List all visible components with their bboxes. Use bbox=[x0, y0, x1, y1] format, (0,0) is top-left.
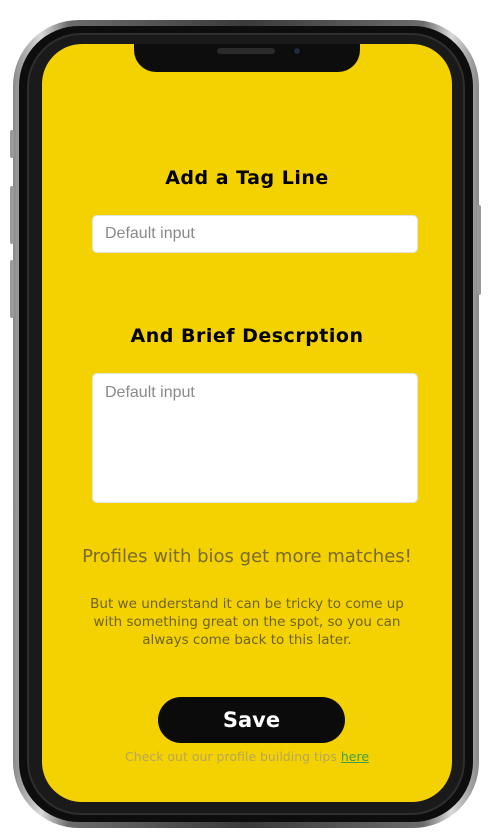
tagline-input[interactable] bbox=[92, 215, 418, 253]
description-heading: And Brief Descrption bbox=[130, 325, 364, 347]
profile-tips-text: Check out our profile building tips here bbox=[42, 749, 452, 764]
tagline-heading: Add a Tag Line bbox=[165, 167, 329, 189]
description-textarea[interactable] bbox=[92, 373, 418, 503]
promo-message: Profiles with bios get more matches! bbox=[82, 546, 412, 567]
save-button[interactable]: Save bbox=[158, 697, 345, 743]
phone-power-button bbox=[477, 205, 481, 295]
info-note: But we understand it can be tricky to co… bbox=[90, 596, 404, 648]
phone-volume-up-button bbox=[10, 186, 14, 244]
phone-side-button bbox=[10, 130, 14, 158]
phone-volume-down-button bbox=[10, 260, 14, 318]
tips-text: Check out our profile building tips bbox=[124, 749, 341, 764]
speaker-grille bbox=[217, 48, 275, 54]
tips-link[interactable]: here bbox=[341, 749, 369, 764]
front-camera bbox=[292, 46, 302, 56]
